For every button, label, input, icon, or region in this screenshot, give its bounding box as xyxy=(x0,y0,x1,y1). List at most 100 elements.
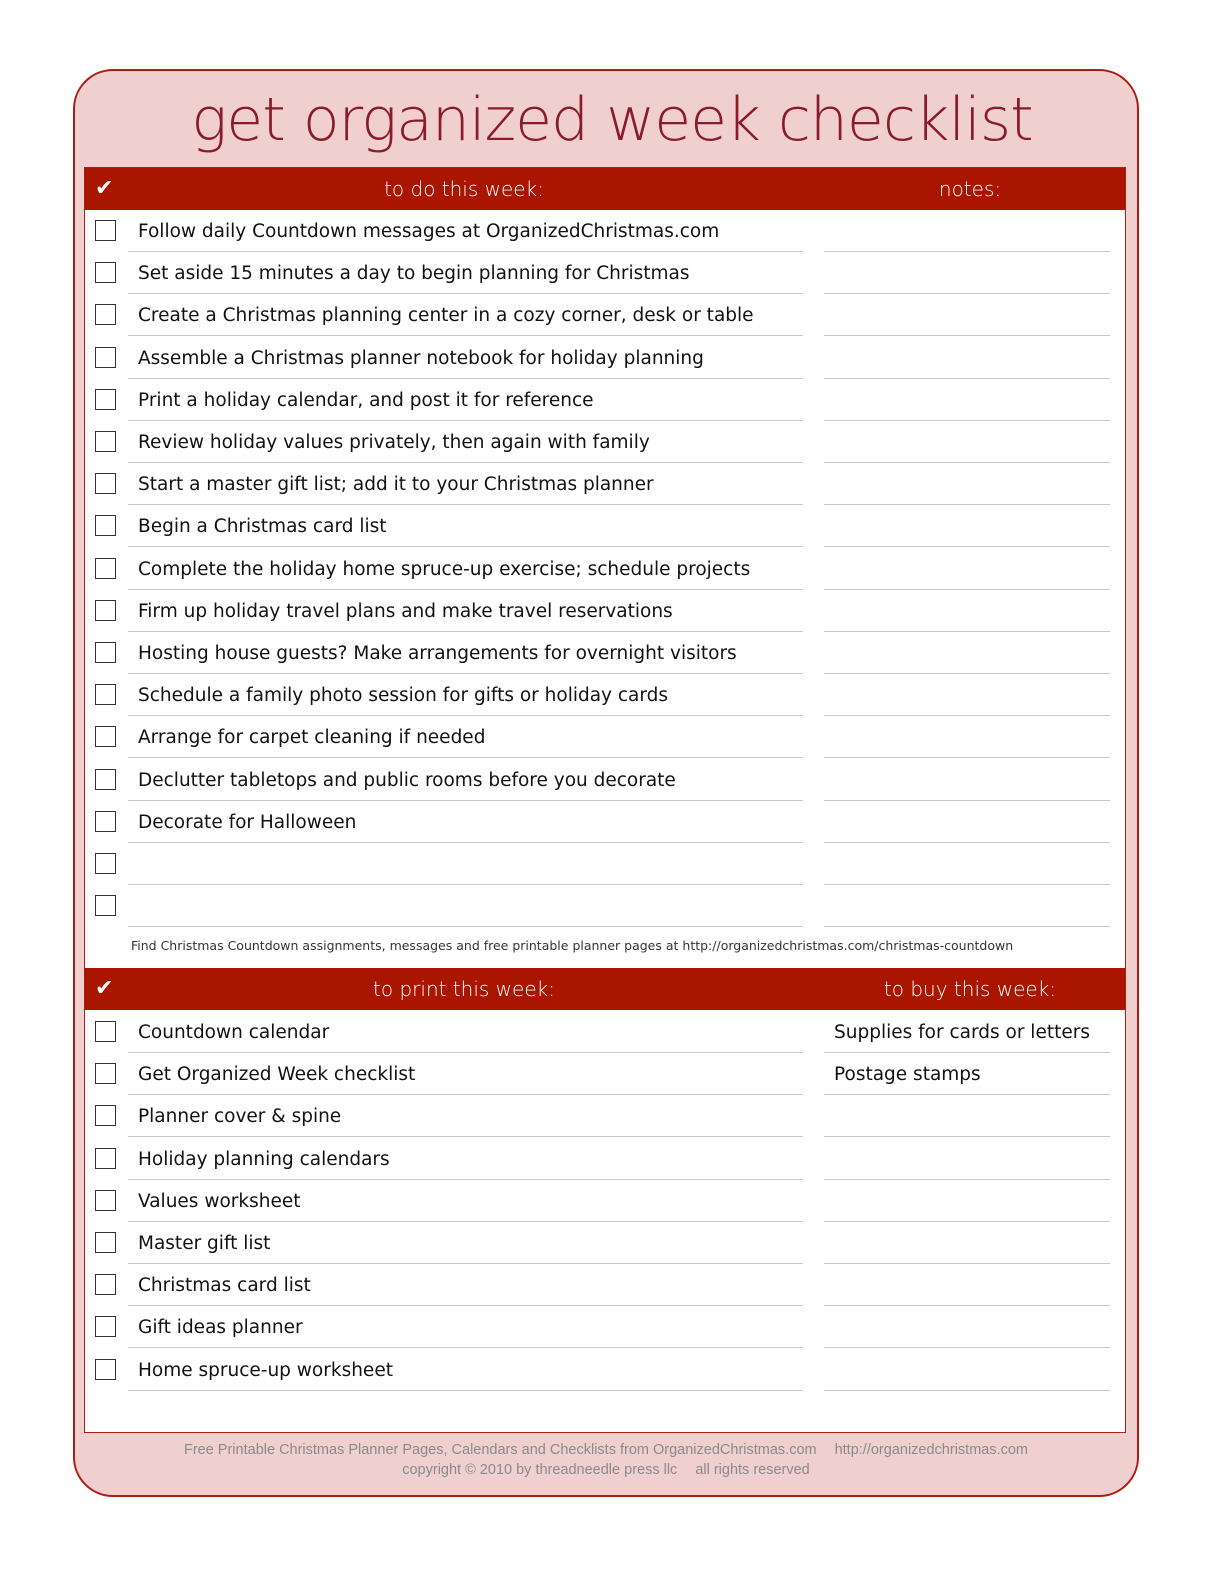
print-row: Countdown calendar Supplies for cards or … xyxy=(85,1012,1125,1054)
checkbox[interactable] xyxy=(95,346,116,368)
task-text[interactable]: Assemble a Christmas planner notebook fo… xyxy=(128,338,803,379)
note-line[interactable] xyxy=(824,253,1110,295)
print-item-text[interactable]: Master gift list xyxy=(128,1223,803,1264)
note-line[interactable] xyxy=(824,591,1110,632)
task-text[interactable] xyxy=(128,886,803,928)
checkbox[interactable] xyxy=(95,473,116,495)
print-row: Values worksheet xyxy=(85,1181,1125,1223)
task-text[interactable]: Firm up holiday travel plans and make tr… xyxy=(128,591,803,632)
todo-row: Set aside 15 minutes a day to begin plan… xyxy=(85,253,1125,295)
print-row: Holiday planning calendars xyxy=(85,1139,1125,1181)
buy-item-text[interactable] xyxy=(824,1139,1110,1180)
checkbox[interactable] xyxy=(95,853,116,874)
buy-item-text[interactable] xyxy=(824,1223,1110,1264)
buy-item-text[interactable] xyxy=(824,1181,1110,1222)
print-item-text[interactable]: Countdown calendar xyxy=(128,1012,803,1053)
checkbox[interactable] xyxy=(95,726,116,748)
buy-item-text[interactable] xyxy=(824,1096,1110,1138)
note-line[interactable] xyxy=(824,422,1110,463)
task-text[interactable]: Schedule a family photo session for gift… xyxy=(128,675,803,717)
task-text[interactable]: Follow daily Countdown messages at Organ… xyxy=(128,211,803,252)
task-text[interactable]: Declutter tabletops and public rooms bef… xyxy=(128,760,803,801)
checkbox[interactable] xyxy=(95,304,116,326)
print-row: Christmas card list xyxy=(85,1265,1125,1307)
checkbox[interactable] xyxy=(95,684,116,706)
todo-row: Firm up holiday travel plans and make tr… xyxy=(85,591,1125,633)
todo-row: Review holiday values privately, then ag… xyxy=(85,422,1125,464)
task-text[interactable]: Hosting house guests? Make arrangements … xyxy=(128,633,803,674)
note-line[interactable] xyxy=(824,844,1110,885)
checkbox[interactable] xyxy=(95,599,116,621)
checkbox[interactable] xyxy=(95,515,116,537)
print-item-text[interactable]: Get Organized Week checklist xyxy=(128,1054,803,1096)
checkbox[interactable] xyxy=(95,1358,116,1380)
print-row: Master gift list xyxy=(85,1223,1125,1265)
print-item-text[interactable]: Values worksheet xyxy=(128,1181,803,1222)
note-line[interactable] xyxy=(824,760,1110,801)
print-row: Planner cover & spine xyxy=(85,1096,1125,1138)
footer-site-description: Free Printable Christmas Planner Pages, … xyxy=(183,1442,817,1458)
buy-item-text[interactable] xyxy=(824,1350,1110,1391)
task-text[interactable]: Print a holiday calendar, and post it fo… xyxy=(128,380,803,421)
notes-header-label: notes: xyxy=(938,177,1002,201)
print-item-text[interactable]: Holiday planning calendars xyxy=(128,1139,803,1180)
note-line[interactable] xyxy=(824,802,1110,843)
checklist-panel: ✔ to do this week: notes: Follow daily C… xyxy=(84,167,1126,1433)
todo-row: Print a holiday calendar, and post it fo… xyxy=(85,380,1125,422)
print-item-text[interactable]: Christmas card list xyxy=(128,1265,803,1307)
note-line[interactable] xyxy=(824,506,1110,548)
checkbox[interactable] xyxy=(95,642,116,663)
checkbox[interactable] xyxy=(95,1274,116,1296)
todo-row: Decorate for Halloween xyxy=(85,802,1125,844)
checkbox[interactable] xyxy=(95,1189,116,1211)
task-text[interactable]: Create a Christmas planning center in a … xyxy=(128,295,803,337)
todo-row: Schedule a family photo session for gift… xyxy=(85,675,1125,717)
task-text[interactable] xyxy=(128,844,803,885)
footer-copyright: copyright © 2010 by threadneedle press l… xyxy=(402,1462,678,1478)
footer-url-link[interactable]: http://organizedchristmas.com xyxy=(835,1442,1028,1458)
note-line[interactable] xyxy=(824,464,1110,506)
checkbox[interactable] xyxy=(95,1063,116,1085)
note-line[interactable] xyxy=(824,211,1110,252)
checkbox[interactable] xyxy=(95,1147,116,1169)
note-line[interactable] xyxy=(824,717,1110,759)
task-text[interactable]: Set aside 15 minutes a day to begin plan… xyxy=(128,253,803,295)
checkbox[interactable] xyxy=(95,262,116,284)
checkbox[interactable] xyxy=(95,810,116,832)
print-item-text[interactable]: Gift ideas planner xyxy=(128,1307,803,1349)
task-text[interactable]: Decorate for Halloween xyxy=(128,802,803,843)
note-line[interactable] xyxy=(824,338,1110,379)
note-line[interactable] xyxy=(824,295,1110,337)
task-text[interactable]: Complete the holiday home spruce-up exer… xyxy=(128,549,803,590)
task-text[interactable]: Start a master gift list; add it to your… xyxy=(128,464,803,506)
checkbox[interactable] xyxy=(95,1105,116,1127)
note-line[interactable] xyxy=(824,633,1110,674)
checkbox[interactable] xyxy=(95,388,116,410)
todo-row: Declutter tabletops and public rooms bef… xyxy=(85,760,1125,802)
task-text[interactable]: Begin a Christmas card list xyxy=(128,506,803,548)
note-line[interactable] xyxy=(824,886,1110,928)
print-item-text[interactable]: Planner cover & spine xyxy=(128,1096,803,1138)
print-item-text[interactable]: Home spruce-up worksheet xyxy=(128,1350,803,1391)
todo-header-bar: ✔ to do this week: notes: xyxy=(85,168,1125,210)
buy-item-text[interactable]: Supplies for cards or letters xyxy=(824,1012,1110,1053)
task-text[interactable]: Arrange for carpet cleaning if needed xyxy=(128,717,803,759)
note-line[interactable] xyxy=(824,675,1110,717)
checkbox[interactable] xyxy=(95,220,116,241)
checkbox[interactable] xyxy=(95,431,116,452)
checkbox[interactable] xyxy=(95,557,116,579)
checkbox[interactable] xyxy=(95,1316,116,1338)
task-text[interactable]: Review holiday values privately, then ag… xyxy=(128,422,803,463)
checkbox[interactable] xyxy=(95,895,116,917)
checkbox[interactable] xyxy=(95,768,116,790)
note-line[interactable] xyxy=(824,380,1110,421)
note-line[interactable] xyxy=(824,549,1110,590)
todo-row: Assemble a Christmas planner notebook fo… xyxy=(85,338,1125,380)
buy-item-text[interactable] xyxy=(824,1307,1110,1349)
checkbox[interactable] xyxy=(95,1232,116,1253)
todo-row: Create a Christmas planning center in a … xyxy=(85,295,1125,337)
checkbox[interactable] xyxy=(95,1021,116,1042)
buy-item-text[interactable]: Postage stamps xyxy=(824,1054,1110,1096)
buy-item-text[interactable] xyxy=(824,1265,1110,1307)
footer-line-1: Free Printable Christmas Planner Pages, … xyxy=(73,1442,1139,1458)
